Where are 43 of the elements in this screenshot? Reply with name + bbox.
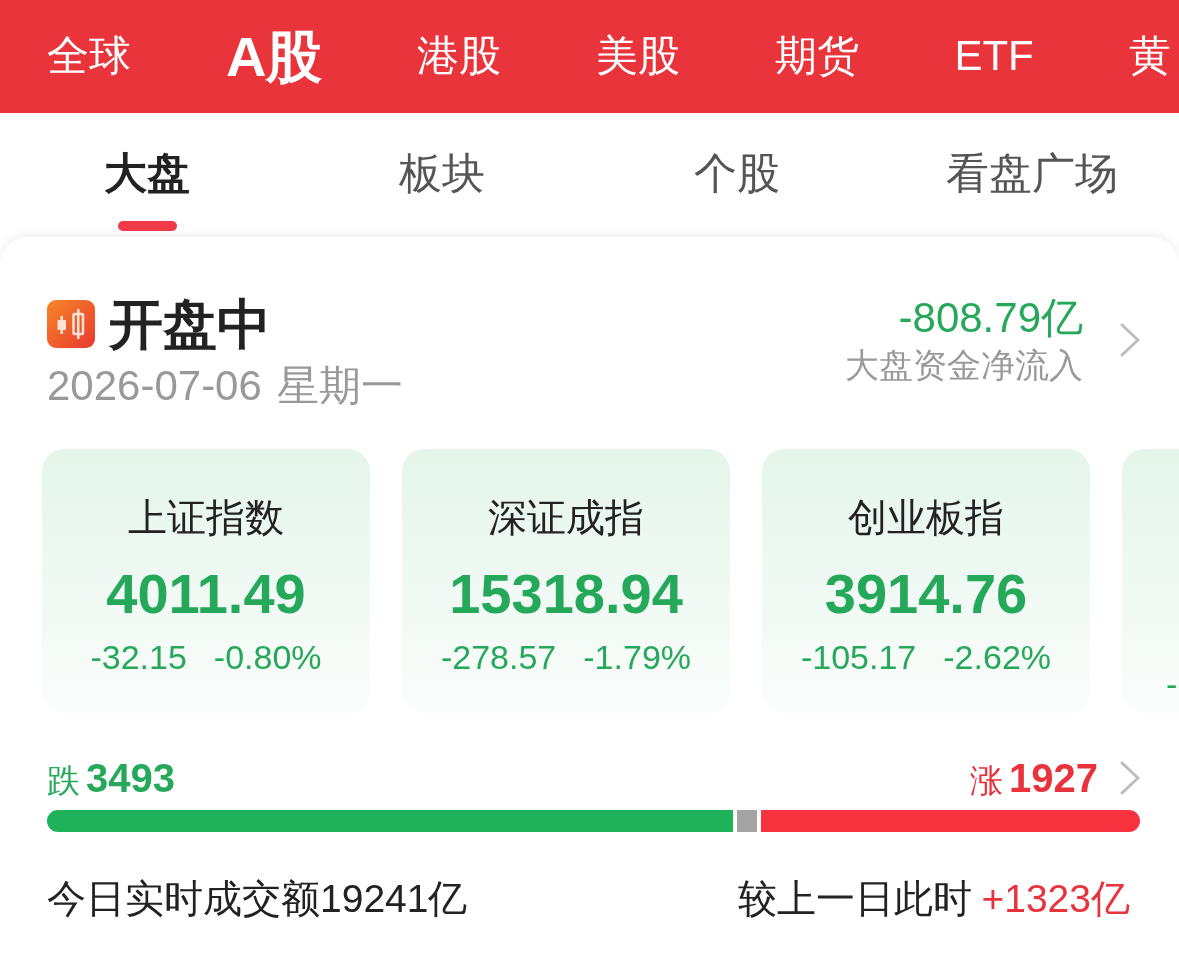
index-name: 上证指数	[128, 495, 284, 542]
fund-flow-value: -808.79亿	[897, 293, 1083, 343]
market-tab[interactable]: 期货	[775, 31, 860, 82]
section-tab[interactable]: 板块	[399, 113, 486, 200]
index-change: -278.57	[440, 637, 557, 679]
market-tab[interactable]: 全球	[47, 31, 131, 82]
weekday-text: 星期一	[276, 361, 403, 412]
index-value: 4011.49	[106, 561, 306, 628]
index-change: -	[1166, 664, 1178, 706]
market-tab[interactable]: 美股	[596, 31, 681, 82]
rise-count: 1927	[1009, 755, 1098, 803]
market-tab[interactable]: A股	[226, 22, 323, 91]
date-text: 2026-07-06	[47, 361, 262, 412]
index-change: -32.15	[90, 637, 187, 679]
compare-value: +1323亿	[981, 876, 1130, 923]
compare-label: 较上一日此时	[737, 876, 972, 923]
chevron-right-icon[interactable]	[1120, 322, 1140, 357]
index-value: 3914.76	[824, 561, 1028, 628]
index-card[interactable]: 上证指数 4011.49 -32.15 -0.80%	[42, 449, 370, 715]
index-change-percent: -0.80%	[213, 637, 322, 679]
market-tab[interactable]: 港股	[417, 31, 502, 82]
index-card[interactable]: 深证成指 15318.94 -278.57 -1.79%	[402, 449, 730, 715]
turnover-text: 今日实时成交额19241亿	[47, 876, 468, 923]
fund-flow-label: 大盘资金净流入	[845, 345, 1083, 387]
rise-label: 涨	[970, 761, 1003, 802]
index-name: 深证成指	[488, 495, 644, 542]
index-card[interactable]: -	[1122, 449, 1179, 715]
market-tab[interactable]: ETF	[954, 31, 1034, 82]
index-name: 创业板指	[848, 495, 1004, 542]
status-title: 开盘中	[109, 293, 271, 356]
index-change: -105.17	[800, 637, 917, 679]
candlestick-icon	[47, 300, 95, 349]
section-tab[interactable]: 个股	[693, 113, 780, 200]
index-value: 15318.94	[449, 561, 683, 628]
index-change-percent: -1.79%	[583, 637, 692, 679]
fall-label: 跌	[47, 761, 80, 802]
index-change-percent: -2.62%	[943, 637, 1052, 679]
section-tab[interactable]: 大盘	[104, 113, 191, 231]
index-card[interactable]: 创业板指 3914.76 -105.17 -2.62%	[762, 449, 1090, 715]
section-tab[interactable]: 看盘广场	[945, 113, 1118, 200]
chevron-right-icon[interactable]	[1120, 761, 1140, 796]
fall-count: 3493	[86, 755, 175, 803]
market-tab[interactable]: 黄	[1128, 31, 1171, 82]
